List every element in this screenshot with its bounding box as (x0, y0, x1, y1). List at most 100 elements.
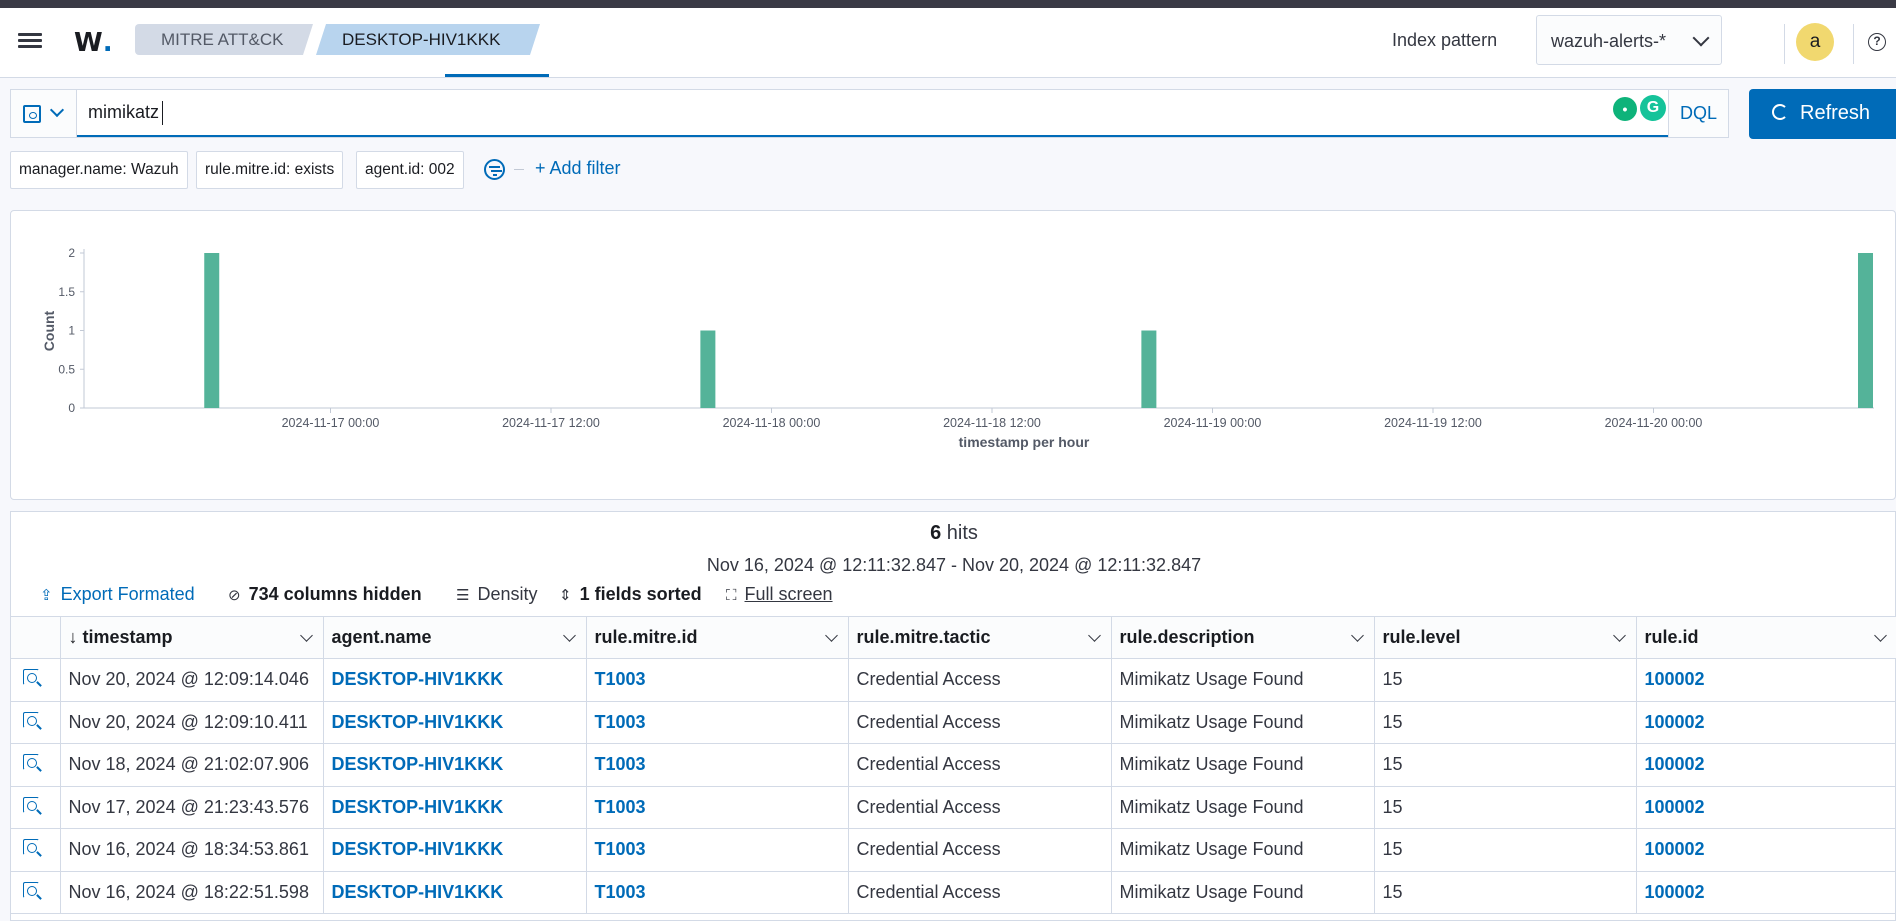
filter-options-icon[interactable] (484, 159, 505, 180)
column-header-mitre-id[interactable]: rule.mitre.id (586, 616, 849, 659)
cell-value[interactable]: T1003 (595, 839, 646, 859)
breadcrumb-mitre[interactable]: MITRE ATT&CK (135, 24, 313, 55)
search-input[interactable] (77, 90, 1671, 137)
table-cell[interactable]: DESKTOP-HIV1KKK (323, 785, 587, 829)
filter-pill-mitre[interactable]: rule.mitre.id: exists (196, 151, 344, 189)
table-cell: Credential Access (848, 870, 1112, 914)
chevron-down-icon[interactable] (299, 629, 313, 642)
inspect-document-icon[interactable] (23, 711, 43, 732)
chevron-down-icon[interactable] (1087, 629, 1101, 642)
add-filter-button[interactable]: + Add filter (535, 158, 621, 179)
inspect-document-icon[interactable] (23, 754, 43, 774)
cell-value[interactable]: 100002 (1645, 754, 1705, 774)
fullscreen-button[interactable]: ⛶ Full screen (726, 584, 833, 605)
refresh-button[interactable]: Refresh (1749, 89, 1896, 139)
chevron-down-icon[interactable] (824, 629, 838, 642)
table-cell[interactable]: 100002 (1636, 828, 1896, 872)
column-header-agent-name[interactable]: agent.name (323, 616, 587, 659)
columns-hidden-button[interactable]: ⊘ 734 columns hidden (228, 584, 422, 605)
index-pattern-value: wazuh-alerts-* (1551, 31, 1667, 51)
histogram-bar[interactable] (1141, 330, 1157, 409)
table-cell[interactable]: DESKTOP-HIV1KKK (323, 870, 587, 914)
header-divider (1784, 24, 1785, 64)
table-cell[interactable]: DESKTOP-HIV1KKK (323, 700, 587, 744)
cell-value[interactable]: T1003 (595, 797, 646, 817)
cell-value[interactable]: 100002 (1645, 797, 1705, 817)
cell-value[interactable]: DESKTOP-HIV1KKK (332, 839, 504, 859)
query-language-button[interactable]: DQL (1668, 89, 1729, 138)
cell-value: Credential Access (856, 669, 1001, 690)
cell-value[interactable]: DESKTOP-HIV1KKK (332, 754, 504, 774)
help-icon[interactable]: ? (1868, 33, 1886, 51)
grammarly-bulb-icon[interactable]: • (1613, 97, 1637, 121)
filter-pill-agent[interactable]: agent.id: 002 (356, 151, 464, 189)
cell-value[interactable]: DESKTOP-HIV1KKK (332, 712, 504, 732)
cell-value[interactable]: 100002 (1645, 839, 1705, 859)
sort-icon: ⇕ (559, 587, 572, 604)
table-cell[interactable]: T1003 (586, 743, 849, 787)
chevron-down-icon[interactable] (1873, 629, 1887, 642)
grammarly-icon[interactable]: G (1640, 95, 1666, 121)
chevron-down-icon[interactable] (1350, 629, 1364, 642)
cell-value[interactable]: T1003 (595, 882, 646, 902)
wazuh-logo[interactable]: W. (74, 28, 113, 58)
cell-value: Nov 20, 2024 @ 12:09:10.411 (68, 711, 308, 732)
table-cell[interactable]: T1003 (586, 658, 849, 702)
column-header-mitre-tactic[interactable]: rule.mitre.tactic (848, 616, 1112, 659)
cell-value[interactable]: T1003 (595, 754, 646, 774)
cell-value[interactable]: 100002 (1645, 712, 1705, 732)
column-header-rule-id[interactable]: rule.id (1636, 616, 1896, 659)
table-cell[interactable]: 100002 (1636, 700, 1896, 744)
table-cell[interactable]: DESKTOP-HIV1KKK (323, 658, 587, 702)
table-cell[interactable]: T1003 (586, 785, 849, 829)
cell-value[interactable]: T1003 (595, 669, 646, 689)
query-bar: • G (10, 89, 1671, 138)
chevron-down-icon[interactable] (1612, 629, 1626, 642)
cell-value[interactable]: 100002 (1645, 669, 1705, 689)
row-actions-cell (11, 870, 61, 914)
table-cell[interactable]: 100002 (1636, 743, 1896, 787)
density-button[interactable]: ☰ Density (456, 584, 537, 605)
breadcrumb-agent[interactable]: DESKTOP-HIV1KKK (316, 24, 540, 55)
table-cell[interactable]: DESKTOP-HIV1KKK (323, 828, 587, 872)
inspect-document-icon[interactable] (23, 881, 43, 902)
avatar[interactable]: a (1796, 23, 1834, 61)
column-header-timestamp[interactable]: ↓ timestamp (60, 616, 324, 659)
table-cell: Nov 16, 2024 @ 18:34:53.861 (60, 828, 324, 872)
cell-value: Nov 17, 2024 @ 21:23:43.576 (68, 796, 309, 817)
histogram-bar[interactable] (1858, 253, 1873, 408)
table-cell[interactable]: T1003 (586, 700, 849, 744)
column-header-description[interactable]: rule.description (1111, 616, 1375, 659)
cell-value: Mimikatz Usage Found (1119, 711, 1304, 732)
table-cell[interactable]: DESKTOP-HIV1KKK (323, 743, 587, 787)
cell-value[interactable]: 100002 (1645, 882, 1705, 902)
inspect-document-icon[interactable] (23, 669, 43, 689)
table-cell: Mimikatz Usage Found (1111, 743, 1375, 787)
column-header-level[interactable]: rule.level (1374, 616, 1637, 659)
table-cell[interactable]: 100002 (1636, 870, 1896, 914)
menu-icon[interactable] (18, 30, 42, 54)
cell-value[interactable]: DESKTOP-HIV1KKK (332, 797, 504, 817)
inspect-document-icon[interactable] (23, 796, 43, 817)
table-cell[interactable]: 100002 (1636, 785, 1896, 829)
x-tick-label: 2024-11-17 12:00 (502, 416, 600, 430)
table-cell[interactable]: 100002 (1636, 658, 1896, 702)
table-cell[interactable]: T1003 (586, 828, 849, 872)
top-strip (0, 0, 1896, 8)
cell-value: 15 (1382, 669, 1403, 690)
export-button[interactable]: ⇪ Export Formated (40, 584, 195, 605)
index-pattern-select[interactable]: wazuh-alerts-* (1536, 15, 1722, 65)
cell-value[interactable]: T1003 (595, 712, 646, 732)
cell-value[interactable]: DESKTOP-HIV1KKK (332, 669, 504, 689)
histogram-bar[interactable] (204, 253, 220, 408)
saved-query-button[interactable] (11, 90, 77, 137)
x-tick-label: 2024-11-20 00:00 (1605, 416, 1703, 430)
y-tick-label: 0 (68, 401, 75, 415)
histogram-bar[interactable] (700, 330, 716, 409)
sort-button[interactable]: ⇕ 1 fields sorted (559, 584, 702, 605)
cell-value[interactable]: DESKTOP-HIV1KKK (332, 882, 504, 902)
table-cell[interactable]: T1003 (586, 870, 849, 914)
filter-pill-manager[interactable]: manager.name: Wazuh (10, 151, 188, 189)
chevron-down-icon[interactable] (562, 629, 576, 642)
inspect-document-icon[interactable] (23, 839, 43, 859)
